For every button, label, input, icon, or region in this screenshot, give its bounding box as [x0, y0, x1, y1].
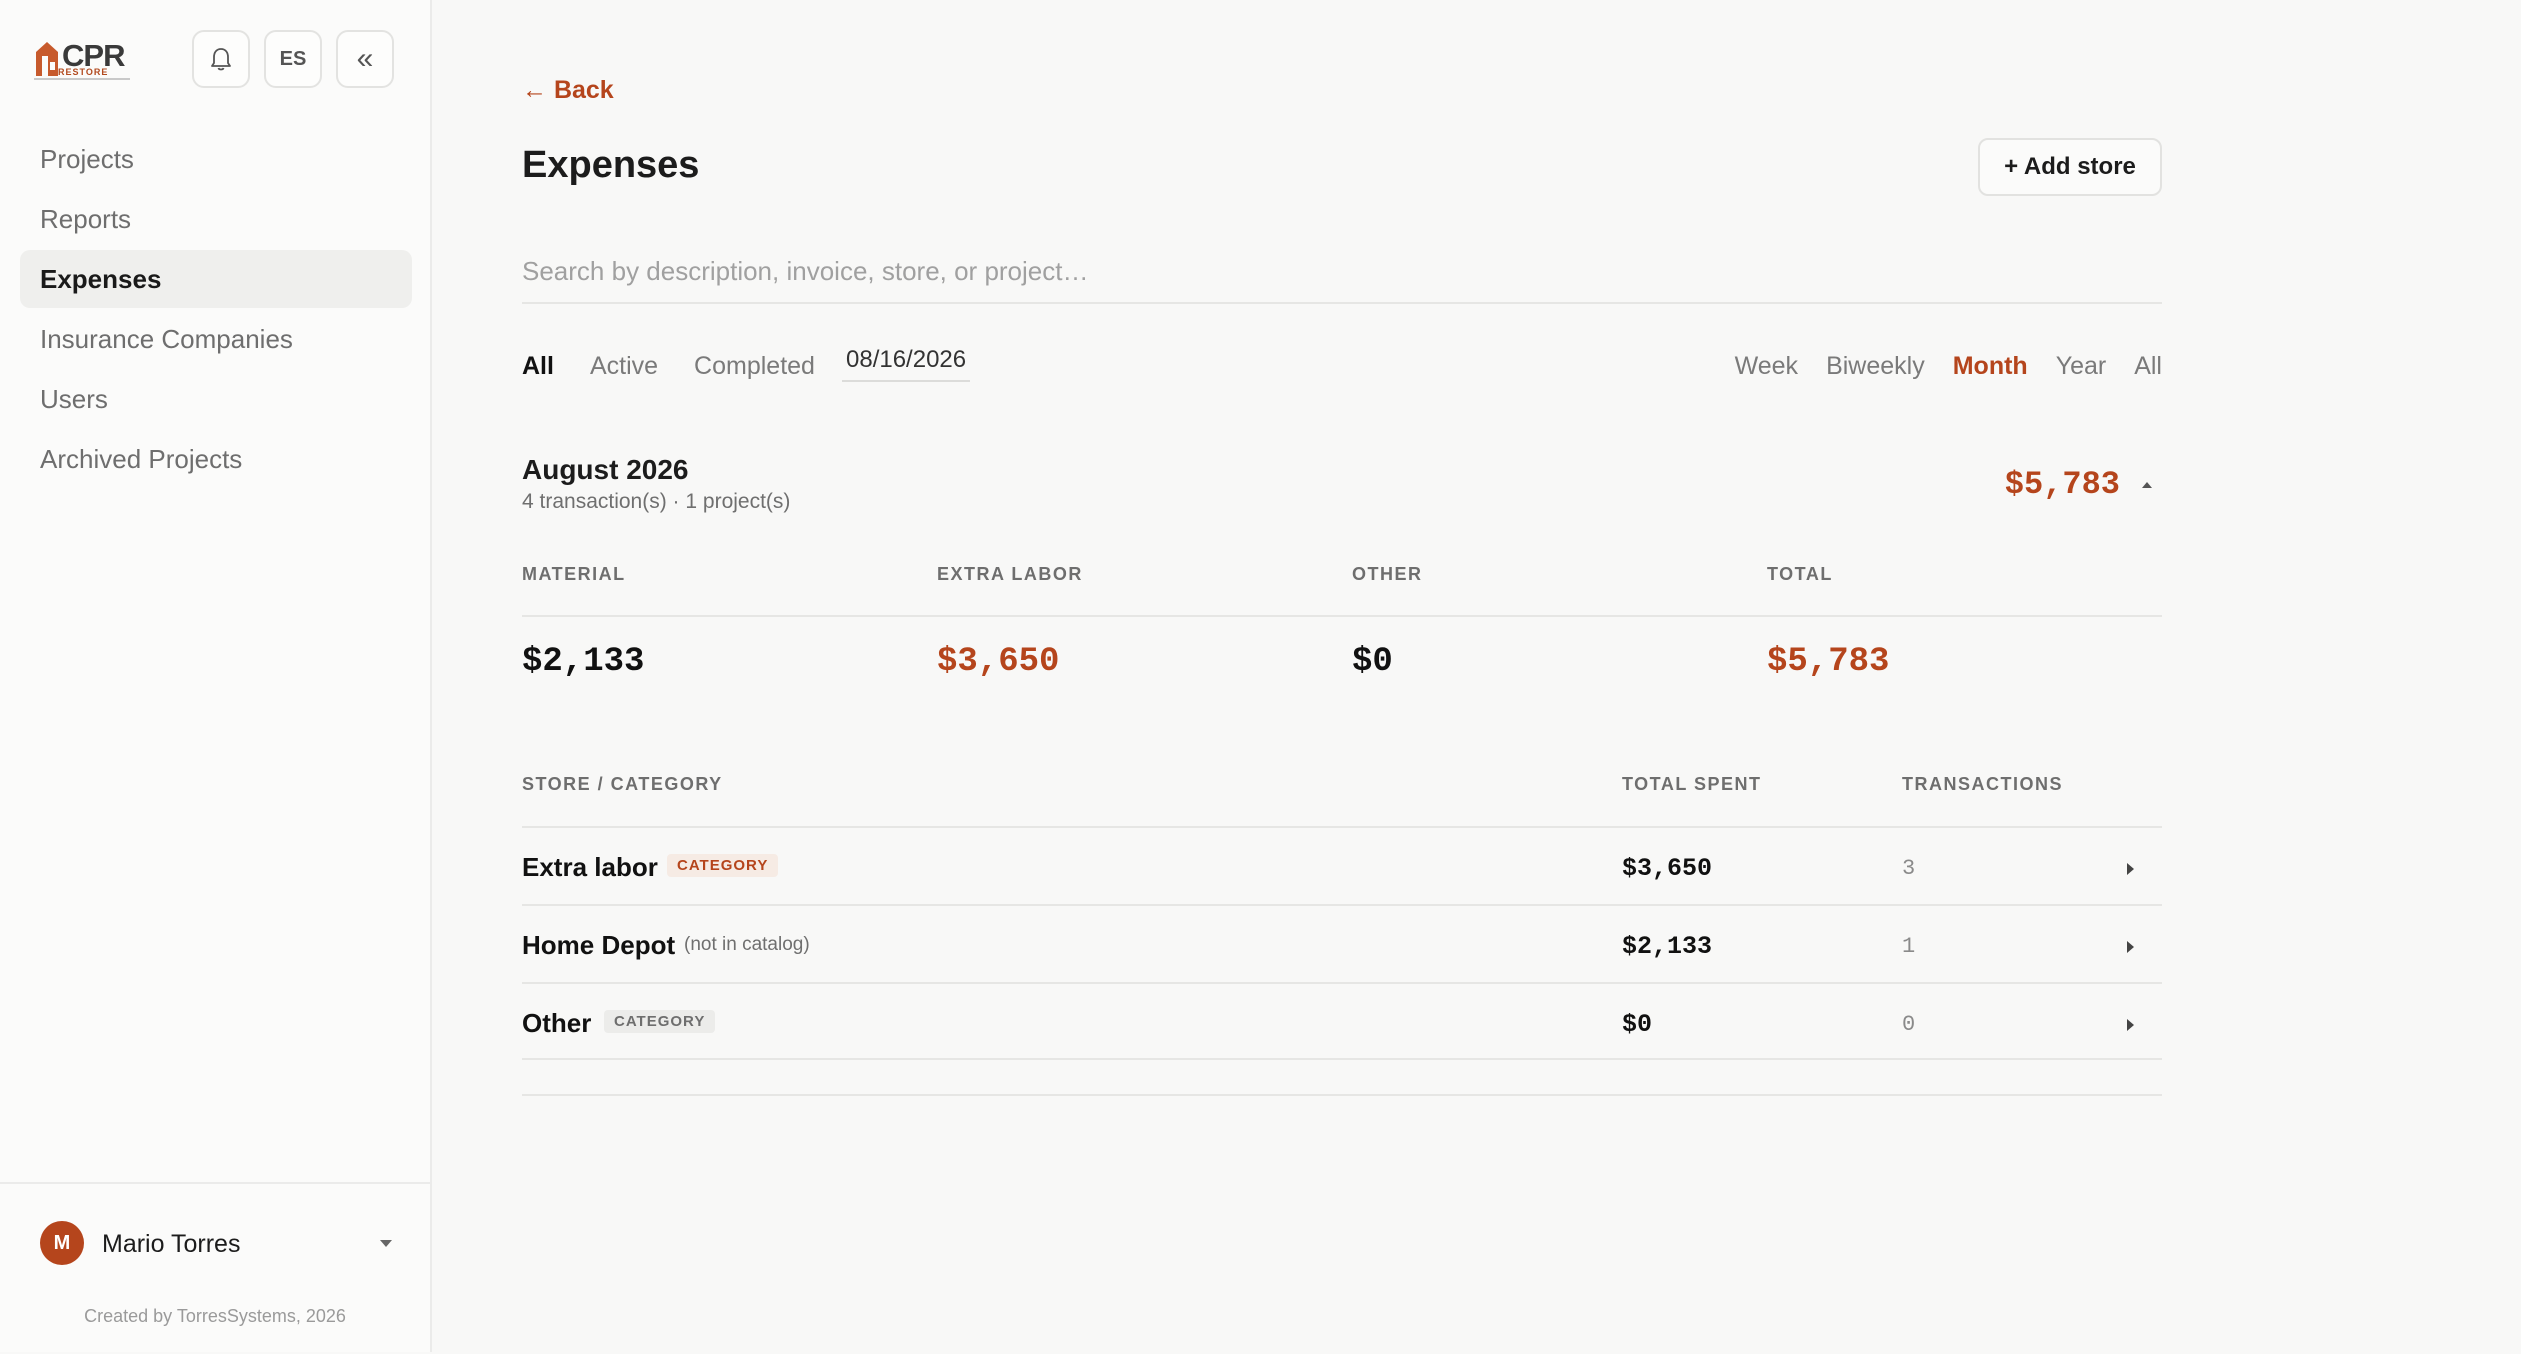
sidebar: CPR RESTORE ES « Projects Reports Expens…	[0, 0, 432, 1352]
period-title: August 2026	[522, 454, 689, 485]
table-bottom-divider	[522, 1094, 2162, 1096]
row-total-spent: $0	[1622, 1010, 1653, 1039]
notifications-button[interactable]	[192, 30, 250, 88]
double-chevron-left-icon: «	[356, 42, 374, 75]
bell-icon	[211, 48, 231, 71]
logo-house-icon	[36, 42, 58, 76]
tab-biweekly[interactable]: Biweekly	[1826, 352, 1925, 381]
chevron-right-icon[interactable]	[2127, 1019, 2134, 1031]
total-value: $5,783	[1767, 643, 1890, 681]
header-store-category: STORE / CATEGORY	[522, 774, 723, 794]
row-transactions: 1	[1902, 934, 1916, 959]
table-row[interactable]: Home Depot (not in catalog) $2,133 1	[522, 904, 2162, 982]
other-label: OTHER	[1352, 564, 1423, 584]
chevron-down-icon[interactable]	[380, 1240, 392, 1247]
add-store-button[interactable]: + Add store	[1978, 138, 2162, 196]
row-name: Home Depot	[522, 930, 676, 960]
category-badge: CATEGORY	[667, 854, 779, 877]
tab-completed[interactable]: Completed	[694, 352, 815, 381]
period-total: $5,783	[2004, 466, 2120, 503]
sidebar-item-insurance-companies[interactable]: Insurance Companies	[20, 310, 412, 368]
language-label: ES	[279, 47, 307, 70]
table-row[interactable]: Other CATEGORY $0 0	[522, 982, 2162, 1060]
period-filter-tabs: Week Biweekly Month Year All	[1735, 352, 2162, 381]
main-content: ← Back Expenses + Add store All Active C…	[522, 0, 2162, 1352]
material-value: $2,133	[522, 643, 645, 681]
footer-credit: Created by TorresSystems, 2026	[84, 1306, 346, 1326]
extra-labor-value: $3,650	[937, 643, 1060, 681]
material-label: MATERIAL	[522, 564, 626, 584]
sidebar-item-archived-projects[interactable]: Archived Projects	[20, 430, 412, 488]
tab-week[interactable]: Week	[1735, 352, 1798, 381]
logo-tagline-line	[34, 78, 130, 80]
sidebar-item-reports[interactable]: Reports	[20, 190, 412, 248]
other-value: $0	[1352, 643, 1393, 681]
table-row[interactable]: Extra labor CATEGORY $3,650 3	[522, 826, 2162, 904]
date-input[interactable]: 08/16/2026	[842, 346, 971, 382]
category-badge: CATEGORY	[604, 1010, 716, 1033]
sidebar-item-expenses[interactable]: Expenses	[20, 250, 412, 308]
tab-month[interactable]: Month	[1953, 352, 2028, 381]
language-toggle-button[interactable]: ES	[264, 30, 322, 88]
row-name: Extra labor	[522, 852, 658, 882]
row-name: Other	[522, 1008, 592, 1038]
row-note: (not in catalog)	[684, 934, 810, 955]
summary-divider	[522, 615, 2162, 617]
sidebar-item-users[interactable]: Users	[20, 370, 412, 428]
logo-subtext: RESTORE	[58, 67, 109, 77]
tab-active[interactable]: Active	[590, 352, 658, 381]
row-total-spent: $2,133	[1622, 932, 1713, 961]
page-title: Expenses	[522, 144, 700, 186]
period-subtitle: 4 transaction(s) · 1 project(s)	[522, 490, 791, 513]
sidebar-nav: Projects Reports Expenses Insurance Comp…	[20, 130, 412, 490]
tab-year[interactable]: Year	[2056, 352, 2107, 381]
row-transactions: 0	[1902, 1012, 1916, 1037]
extra-labor-label: EXTRA LABOR	[937, 564, 1083, 584]
header-total-spent: TOTAL SPENT	[1622, 774, 1762, 794]
search-input[interactable]	[522, 240, 2162, 304]
user-menu[interactable]: M Mario Torres Created by TorresSystems,…	[0, 1182, 430, 1354]
row-transactions: 3	[1902, 856, 1916, 881]
tab-all[interactable]: All	[522, 352, 554, 381]
row-total-spent: $3,650	[1622, 854, 1713, 883]
chevron-right-icon[interactable]	[2127, 941, 2134, 953]
total-label: TOTAL	[1767, 564, 1833, 584]
chevron-right-icon[interactable]	[2127, 863, 2134, 875]
header-transactions: TRANSACTIONS	[1902, 774, 2063, 794]
chevron-up-icon[interactable]	[2142, 482, 2152, 488]
collapse-sidebar-button[interactable]: «	[336, 30, 394, 88]
tab-all-periods[interactable]: All	[2134, 352, 2162, 381]
cpr-restore-logo[interactable]: CPR RESTORE	[34, 38, 130, 82]
sidebar-item-projects[interactable]: Projects	[20, 130, 412, 188]
avatar: M	[40, 1221, 84, 1265]
back-link[interactable]: ← Back	[522, 76, 614, 105]
user-name: Mario Torres	[102, 1230, 241, 1258]
status-filter-tabs: All Active Completed	[522, 352, 815, 381]
